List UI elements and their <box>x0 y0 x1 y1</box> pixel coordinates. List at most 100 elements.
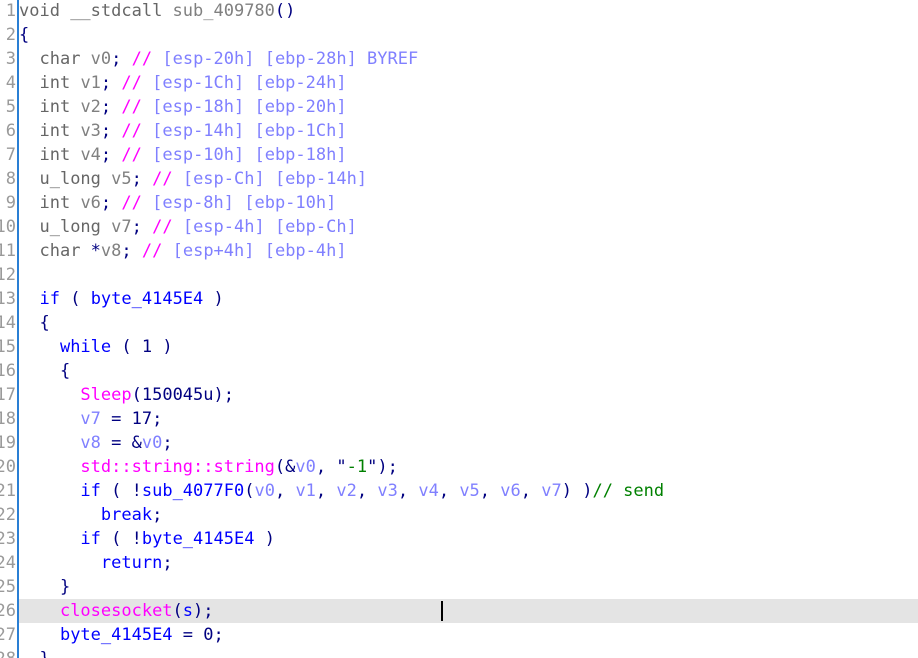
code-token: [esp-8h] [ebp-10h] <box>152 193 337 213</box>
code-token: ( ! <box>111 529 142 549</box>
code-token: v8 <box>80 433 101 453</box>
code-line[interactable]: int v6; // [esp-8h] [ebp-10h] <box>19 191 336 215</box>
code-token: [esp+4h] [ebp-4h] <box>172 241 347 261</box>
code-line[interactable]: if ( byte_4145E4 ) <box>19 287 223 311</box>
line-number: 13 <box>0 289 16 309</box>
code-token: char <box>39 241 91 261</box>
code-token: ; <box>162 553 173 573</box>
code-line[interactable]: } <box>19 647 49 658</box>
code-token: " <box>367 457 378 477</box>
code-area[interactable]: void __stdcall sub_409780(){ char v0; //… <box>0 0 918 658</box>
code-token: v2 <box>80 97 101 117</box>
code-token: s <box>182 601 194 621</box>
code-token: ) <box>152 337 173 357</box>
line-number: 15 <box>0 337 16 357</box>
code-line[interactable]: int v4; // [esp-10h] [ebp-18h] <box>19 143 347 167</box>
line-number-gutter[interactable]: 1 2 3 4 5 6 7 8 9 10 11 12 13 14 15 16 17 18 19 20 21 22 23 24 2… <box>0 0 18 658</box>
code-line[interactable]: int v3; // [esp-14h] [ebp-1Ch] <box>19 119 347 143</box>
code-token: char <box>39 49 91 69</box>
code-token: ); <box>377 457 398 477</box>
code-line[interactable]: int v2; // [esp-18h] [ebp-20h] <box>19 95 347 119</box>
code-token: // <box>121 193 153 213</box>
line-number: 23 <box>0 529 16 549</box>
code-line[interactable]: { <box>19 359 70 383</box>
code-line[interactable]: closesocket(s); <box>19 599 214 623</box>
line-number: 9 <box>5 193 16 213</box>
code-token: 0 <box>203 625 214 645</box>
code-line[interactable]: std::string::string(&v0, "-1"); <box>19 455 398 479</box>
line-number: 5 <box>5 97 16 117</box>
code-line[interactable]: u_long v7; // [esp-4h] [ebp-Ch] <box>19 215 356 239</box>
code-token: closesocket <box>59 601 173 621</box>
code-token: [esp-18h] [ebp-20h] <box>152 97 347 117</box>
code-token: ( <box>121 337 142 357</box>
code-token: int <box>39 97 81 117</box>
code-line[interactable]: while ( 1 ) <box>19 335 173 359</box>
code-line[interactable]: { <box>19 311 50 335</box>
code-token: = <box>172 625 204 645</box>
line-number: 11 <box>0 241 16 261</box>
code-token: } <box>39 649 49 658</box>
code-line[interactable]: break; <box>19 503 162 527</box>
code-token: ; <box>131 217 153 237</box>
code-token: , <box>315 481 337 501</box>
code-token: ; <box>131 169 153 189</box>
code-line[interactable]: return; <box>19 551 173 575</box>
code-token: } <box>59 577 71 597</box>
code-line[interactable]: char *v8; // [esp+4h] [ebp-4h] <box>19 239 347 263</box>
code-token: v3 <box>377 481 398 501</box>
text-caret <box>441 601 443 621</box>
line-number: 19 <box>0 433 16 453</box>
code-line[interactable]: char v0; // [esp-20h] [ebp-28h] BYREF <box>19 47 418 71</box>
code-token: , <box>356 481 378 501</box>
code-token: // <box>152 169 183 189</box>
code-token: { <box>39 313 50 333</box>
line-number: 18 <box>0 409 16 429</box>
code-line[interactable]: if ( !sub_4077F0(v0, v1, v2, v3, v4, v5,… <box>19 479 664 503</box>
code-line[interactable]: u_long v5; // [esp-Ch] [ebp-14h] <box>19 167 367 191</box>
code-token: v5 <box>459 481 480 501</box>
code-line[interactable]: if ( !byte_4145E4 ) <box>19 527 275 551</box>
ida-pseudocode-view[interactable]: void __stdcall sub_409780(){ char v0; //… <box>0 0 918 658</box>
code-token: ; <box>121 241 142 261</box>
code-token: ( <box>172 601 183 621</box>
code-line[interactable]: v7 = 17; <box>19 407 162 431</box>
code-token: v2 <box>336 481 357 501</box>
code-token: while <box>59 337 122 357</box>
line-number: 25 <box>0 577 16 597</box>
code-line[interactable]: int v1; // [esp-1Ch] [ebp-24h] <box>19 71 346 95</box>
code-token: // <box>121 73 153 93</box>
code-token: ( <box>70 289 91 309</box>
code-token: u_long <box>39 217 112 237</box>
code-line[interactable]: } <box>19 575 70 599</box>
code-token: [esp-10h] [ebp-18h] <box>152 145 347 165</box>
line-number: 16 <box>0 361 16 381</box>
code-token: , <box>438 481 460 501</box>
code-line[interactable]: v8 = &v0; <box>19 431 172 455</box>
code-token: [esp-14h] [ebp-1Ch] <box>152 121 347 141</box>
code-token: ( <box>244 481 255 501</box>
code-line[interactable]: byte_4145E4 = 0; <box>19 623 224 647</box>
code-token: break <box>100 505 153 525</box>
code-token: ) ) <box>561 481 593 501</box>
code-line[interactable]: Sleep(150045u); <box>19 383 234 407</box>
code-token: if <box>80 529 112 549</box>
code-line[interactable]: void __stdcall sub_409780() <box>19 0 295 23</box>
code-token: int <box>39 73 81 93</box>
line-number: 6 <box>5 121 16 141</box>
line-number: 21 <box>0 481 16 501</box>
code-token: // <box>131 49 163 69</box>
code-line[interactable]: { <box>19 23 29 47</box>
code-token: ; <box>100 193 122 213</box>
line-number: 12 <box>0 265 16 285</box>
